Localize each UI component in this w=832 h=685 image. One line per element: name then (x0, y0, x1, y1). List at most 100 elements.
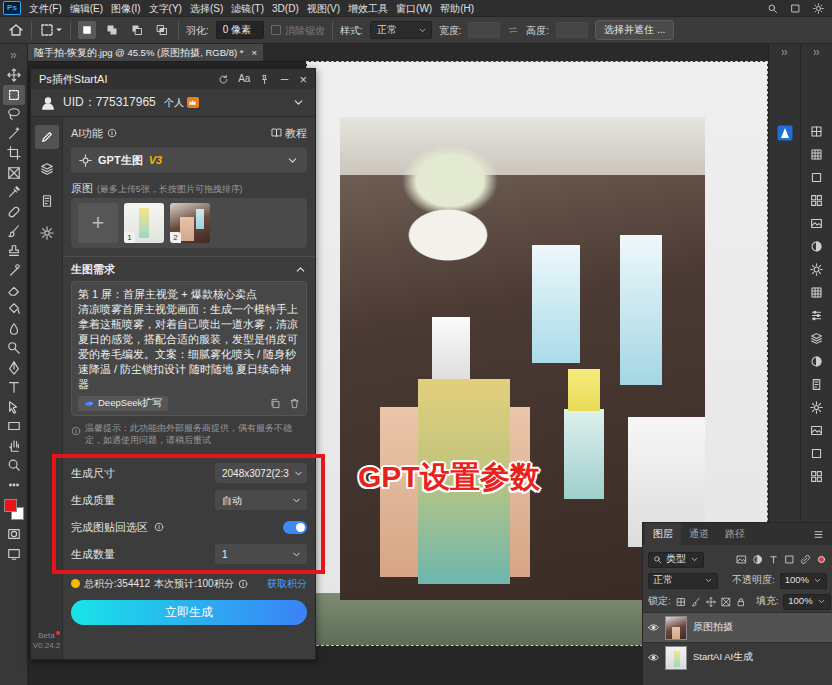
menu-item[interactable]: 增效工具 (348, 2, 388, 15)
menu-item[interactable]: 图像(I) (111, 2, 140, 15)
refresh-icon[interactable] (218, 74, 229, 85)
tool-preset[interactable] (39, 22, 63, 38)
path-tool-icon[interactable] (3, 397, 25, 417)
model-dropdown[interactable]: GPT生图V3 (71, 147, 307, 173)
document-tab[interactable]: 随手拍-恢复的.jpg @ 45.5% (原图拍摄, RGB/8) *× (28, 44, 263, 61)
font-size-button[interactable]: Aa (238, 74, 250, 84)
panel-menu-icon[interactable] (813, 529, 824, 540)
panel-tab[interactable]: 路径 (717, 523, 753, 545)
patterns-icon[interactable] (810, 286, 823, 299)
filter-toggle-icon[interactable] (816, 554, 827, 565)
rect-tool-icon[interactable] (3, 417, 25, 437)
menu-item[interactable]: 视图(V) (307, 2, 340, 15)
image-thumbnail[interactable]: 1 (124, 203, 164, 243)
smart-object-filter-icon[interactable] (800, 554, 811, 565)
images-icon[interactable] (810, 424, 823, 437)
settings-icon[interactable] (810, 401, 823, 414)
home-icon[interactable] (8, 22, 24, 38)
parameter-select[interactable]: 1 (215, 544, 307, 564)
parameter-select[interactable]: 自动 (215, 490, 307, 510)
filter-select[interactable]: 类型 (648, 552, 704, 568)
wand-tool-icon[interactable] (3, 124, 25, 144)
foreground-color[interactable] (4, 499, 17, 512)
pixel-filter-icon[interactable] (736, 554, 747, 565)
expand-account-icon[interactable] (292, 96, 305, 109)
theme-icon[interactable] (813, 3, 824, 14)
layer-row[interactable]: StartAI AI生成 (643, 642, 832, 672)
menu-item[interactable]: 文字(Y) (149, 2, 182, 15)
pin-icon[interactable] (259, 74, 270, 85)
layers-icon[interactable] (810, 332, 823, 345)
add-image-button[interactable]: + (78, 203, 118, 243)
blend-mode-select[interactable]: 正常 (648, 573, 718, 589)
fill-field[interactable]: 100% (783, 594, 830, 610)
swatches-icon[interactable] (810, 194, 823, 207)
prompt-section-header[interactable]: 生图需求 (71, 257, 307, 281)
zoom-tool-icon[interactable] (3, 456, 25, 476)
menu-item[interactable]: 选择(S) (190, 2, 223, 15)
info-icon[interactable] (154, 522, 164, 532)
close-tab-button[interactable]: × (251, 44, 257, 62)
prompt-textarea[interactable]: 第 1 屏：首屏主视觉 + 爆款核心卖点 清凉喷雾首屏主视觉画面：生成一个模特手… (71, 281, 307, 415)
new-selection-icon[interactable] (78, 21, 96, 39)
trash-icon[interactable] (289, 398, 300, 409)
add-selection-icon[interactable] (103, 21, 121, 39)
dodge-tool-icon[interactable] (3, 339, 25, 359)
drop-tool-icon[interactable] (3, 319, 25, 339)
generate-button[interactable]: 立即生成 (71, 600, 307, 626)
type-filter-icon[interactable] (768, 554, 779, 565)
document-icon[interactable] (35, 189, 59, 213)
dots-tool-icon[interactable] (3, 475, 25, 495)
collapse-icon[interactable] (780, 48, 789, 57)
layers-icon[interactable] (35, 157, 59, 181)
move-tool-icon[interactable] (3, 66, 25, 86)
adjustment-filter-icon[interactable] (752, 554, 763, 565)
menu-item[interactable]: 滤镜(T) (231, 2, 264, 15)
startai-logo-icon[interactable] (777, 125, 793, 141)
plugin-title-bar[interactable]: Ps插件StartAIAa× (31, 69, 315, 89)
screen-tool-icon[interactable] (3, 544, 25, 564)
brush-tool-icon[interactable] (3, 222, 25, 242)
info-icon[interactable] (107, 128, 117, 138)
paste-back-toggle[interactable] (283, 521, 307, 534)
menu-item[interactable]: 窗口(W) (396, 2, 432, 15)
channels-icon[interactable] (810, 309, 823, 322)
image-thumbnail[interactable]: 2 (170, 203, 210, 243)
menu-item[interactable]: 帮助(H) (440, 2, 474, 15)
panel-tab[interactable]: 通道 (681, 523, 717, 545)
lock-position-icon[interactable] (706, 597, 716, 607)
edit-icon[interactable] (35, 125, 59, 149)
lock-pixels-icon[interactable] (691, 597, 701, 607)
intersect-selection-icon[interactable] (153, 21, 171, 39)
visibility-eye-icon[interactable] (648, 652, 659, 663)
deepseek-expand-button[interactable]: DeepSeek扩写 (78, 396, 168, 410)
search-icon[interactable] (767, 3, 778, 14)
styles-icon[interactable] (810, 470, 823, 483)
collapse-icon[interactable] (3, 46, 25, 66)
lasso-tool-icon[interactable] (3, 105, 25, 125)
shape-filter-icon[interactable] (784, 554, 795, 565)
pen-tool-icon[interactable] (3, 358, 25, 378)
opacity-field[interactable]: 100% (780, 573, 827, 589)
feather-input[interactable]: 0 像素 (216, 21, 264, 39)
settings-icon[interactable] (35, 221, 59, 245)
gradients-icon[interactable] (810, 355, 823, 368)
heal-tool-icon[interactable] (3, 202, 25, 222)
bucket-tool-icon[interactable] (3, 300, 25, 320)
style-select[interactable]: 正常 (370, 21, 432, 39)
quickmask-tool-icon[interactable] (3, 525, 25, 545)
libraries-icon[interactable] (810, 217, 823, 230)
copy-icon[interactable] (270, 398, 281, 409)
select-and-mask-button[interactable]: 选择并遮住 ... (595, 20, 674, 40)
collapse-icon[interactable] (812, 48, 821, 57)
menu-item[interactable]: 3D(D) (272, 2, 299, 15)
type-tool-icon[interactable] (3, 378, 25, 398)
shapes-icon[interactable] (810, 447, 823, 460)
lock-all-icon[interactable] (736, 597, 746, 607)
info-panel-icon[interactable] (810, 378, 823, 391)
grid-icon[interactable] (810, 148, 823, 161)
hand-tool-icon[interactable] (3, 436, 25, 456)
eyedrop-tool-icon[interactable] (3, 183, 25, 203)
panel-tab[interactable]: 图层 (645, 523, 681, 545)
navigator-icon[interactable] (810, 171, 823, 184)
